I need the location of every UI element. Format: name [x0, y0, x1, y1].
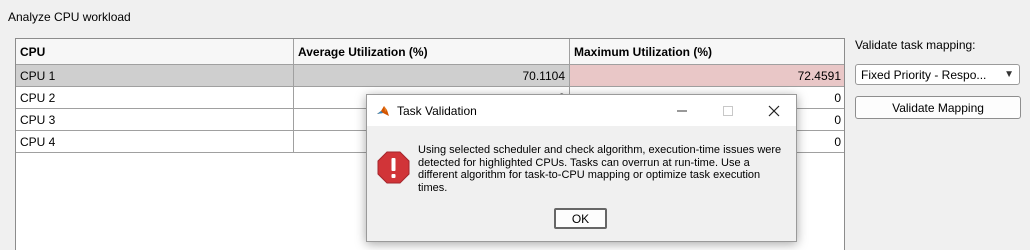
dialog-title: Task Validation: [397, 104, 477, 118]
cpu-cell[interactable]: CPU 3: [16, 108, 294, 131]
column-header-cpu[interactable]: CPU: [16, 39, 294, 65]
column-header-maximum-utilization[interactable]: Maximum Utilization (%): [569, 39, 844, 65]
column-header-average-utilization[interactable]: Average Utilization (%): [293, 39, 570, 65]
ok-button[interactable]: OK: [554, 208, 607, 229]
maximum-utilization-cell[interactable]: 72.4591: [569, 64, 844, 87]
minimize-icon[interactable]: [659, 95, 705, 126]
cpu-cell[interactable]: CPU 4: [16, 130, 294, 153]
dialog-message: Using selected scheduler and check algor…: [418, 144, 782, 194]
dropdown-selected-value: Fixed Priority - Respo...: [861, 67, 987, 82]
cpu-cell[interactable]: CPU 1: [16, 64, 294, 87]
scheduler-dropdown[interactable]: Fixed Priority - Respo... ▼: [855, 64, 1020, 85]
close-icon[interactable]: [751, 95, 797, 126]
matlab-icon: [376, 104, 390, 118]
dialog-titlebar[interactable]: Task Validation: [367, 95, 796, 126]
average-utilization-cell[interactable]: 70.1104: [293, 64, 570, 87]
validate-task-mapping-label: Validate task mapping:: [855, 38, 976, 52]
error-stop-icon: [377, 151, 410, 184]
maximize-icon: [705, 95, 751, 126]
table-header-row: CPU Average Utilization (%) Maximum Util…: [16, 39, 844, 65]
table-row[interactable]: CPU 1 70.1104 72.4591: [16, 64, 844, 87]
validate-mapping-button[interactable]: Validate Mapping: [855, 96, 1021, 119]
cpu-cell[interactable]: CPU 2: [16, 86, 294, 109]
section-title: Analyze CPU workload: [8, 10, 131, 24]
task-validation-dialog: Task Validation Using selected scheduler…: [366, 94, 797, 242]
chevron-down-icon[interactable]: ▼: [1004, 69, 1014, 80]
